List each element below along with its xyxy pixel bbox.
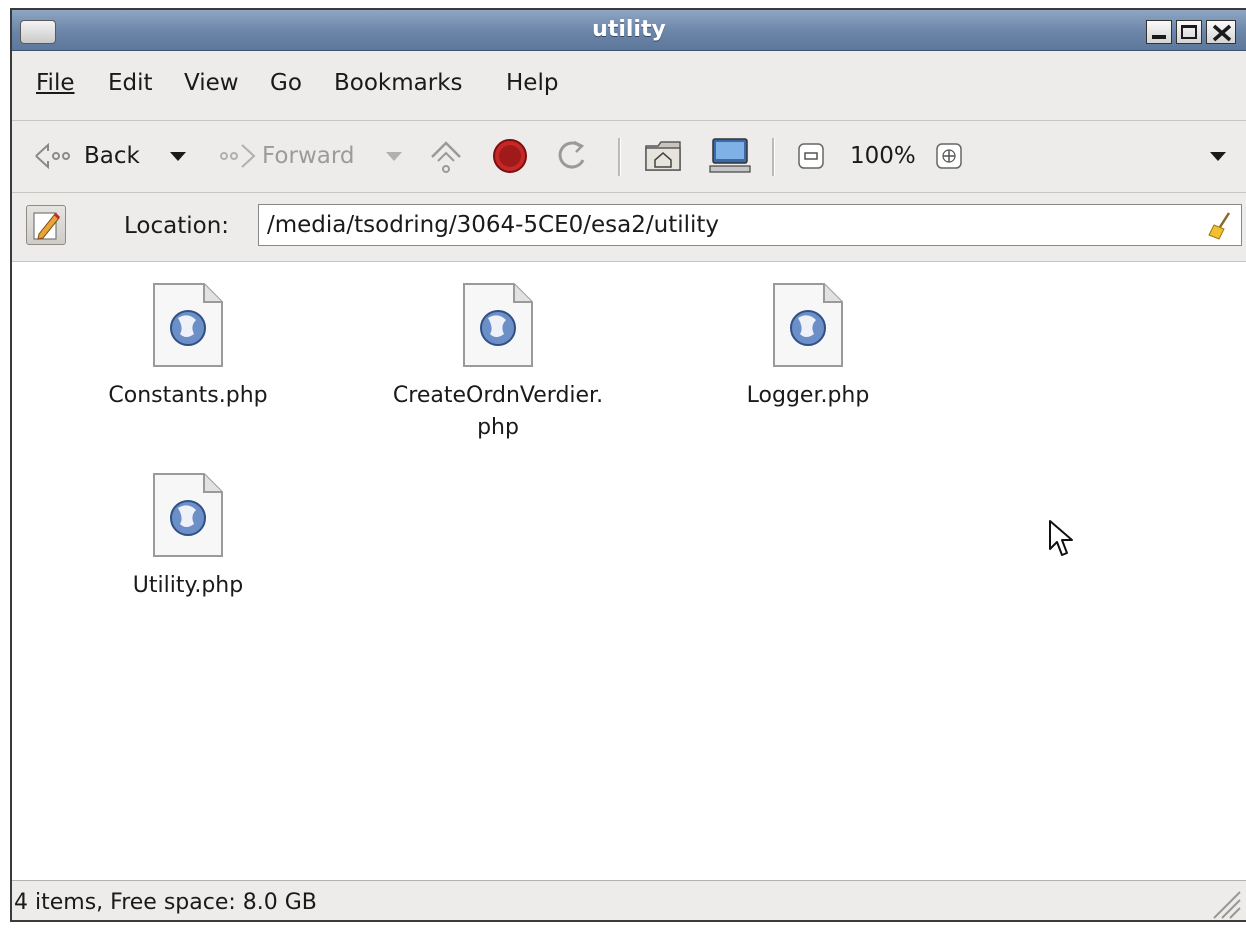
zoom-out-icon: [798, 143, 824, 169]
home-button[interactable]: [642, 136, 686, 176]
back-button[interactable]: Back: [32, 136, 140, 176]
file-item[interactable]: Logger.php: [668, 282, 948, 412]
status-text: 4 items, Free space: 8.0 GB: [14, 890, 317, 915]
chevron-down-icon: [1210, 152, 1226, 161]
php-web-file-icon: [463, 283, 533, 367]
status-bar: 4 items, Free space: 8.0 GB: [12, 880, 1246, 922]
reload-icon: [558, 140, 585, 169]
file-name: Logger.php: [746, 383, 870, 408]
computer-icon: [709, 138, 751, 173]
file-name-line2: php: [477, 415, 519, 440]
toolbar-separator: [772, 138, 775, 176]
menu-view[interactable]: View: [180, 66, 243, 100]
back-history-dropdown[interactable]: [168, 136, 188, 176]
file-name: Utility.php: [132, 573, 244, 598]
up-arrow-icon: [431, 141, 461, 173]
zoom-level[interactable]: 100%: [850, 136, 916, 176]
forward-arrow-icon: [220, 144, 256, 168]
file-view[interactable]: Constants.php CreateOrdnVerdier. php Log…: [12, 262, 1246, 881]
zoom-out-button[interactable]: [796, 136, 826, 176]
location-path: /media/tsodring/3064-5CE0/esa2/utility: [267, 212, 720, 238]
file-item[interactable]: CreateOrdnVerdier. php: [358, 282, 638, 444]
php-web-file-icon: [773, 283, 843, 367]
toolbar: Back Forward 100%: [12, 120, 1246, 193]
file-item[interactable]: Utility.php: [48, 472, 328, 602]
chevron-down-icon: [170, 152, 186, 161]
location-label: Location:: [124, 213, 230, 239]
php-web-file-icon: [153, 473, 223, 557]
back-arrow-icon: [35, 142, 70, 170]
menu-file[interactable]: File: [32, 66, 79, 100]
reload-button[interactable]: [552, 136, 592, 176]
location-edit-toggle[interactable]: [26, 205, 66, 245]
up-button[interactable]: [426, 136, 466, 176]
php-web-file-icon: [153, 283, 223, 367]
location-bar: Location: /media/tsodring/3064-5CE0/esa2…: [12, 193, 1246, 262]
chevron-down-icon: [386, 152, 402, 161]
menu-bar: File Edit View Go Bookmarks Help: [12, 52, 1246, 121]
title-bar[interactable]: utility: [12, 10, 1246, 51]
menu-go[interactable]: Go: [266, 66, 306, 100]
mouse-pointer-icon: [1049, 520, 1073, 556]
zoom-in-icon: [936, 143, 962, 169]
menu-bookmarks[interactable]: Bookmarks: [330, 66, 467, 100]
location-input[interactable]: /media/tsodring/3064-5CE0/esa2/utility: [258, 204, 1242, 246]
minimize-button[interactable]: [1146, 20, 1172, 44]
maximize-button[interactable]: [1176, 20, 1202, 44]
close-icon: [1212, 24, 1232, 42]
zoom-in-button[interactable]: [934, 136, 964, 176]
home-folder-icon: [645, 141, 681, 171]
forward-button[interactable]: Forward: [212, 136, 355, 176]
file-manager-window: utility File Edit View Go Bookmarks Help…: [10, 8, 1246, 922]
file-name: CreateOrdnVerdier.: [392, 383, 604, 408]
clear-broom-icon[interactable]: [1205, 211, 1235, 241]
forward-history-dropdown[interactable]: [384, 136, 404, 176]
computer-button[interactable]: [708, 136, 752, 176]
menu-edit[interactable]: Edit: [104, 66, 157, 100]
close-button[interactable]: [1206, 20, 1236, 44]
toolbar-separator: [618, 138, 621, 176]
toolbar-overflow-button[interactable]: [1208, 136, 1228, 176]
file-name: Constants.php: [108, 383, 268, 408]
resize-grip-icon[interactable]: [1208, 886, 1242, 920]
file-item[interactable]: Constants.php: [48, 282, 328, 412]
stop-icon: [493, 139, 527, 173]
menu-help[interactable]: Help: [502, 66, 562, 100]
pencil-notepad-icon: [33, 212, 61, 240]
window-title: utility: [592, 17, 666, 42]
stop-button[interactable]: [490, 136, 530, 176]
